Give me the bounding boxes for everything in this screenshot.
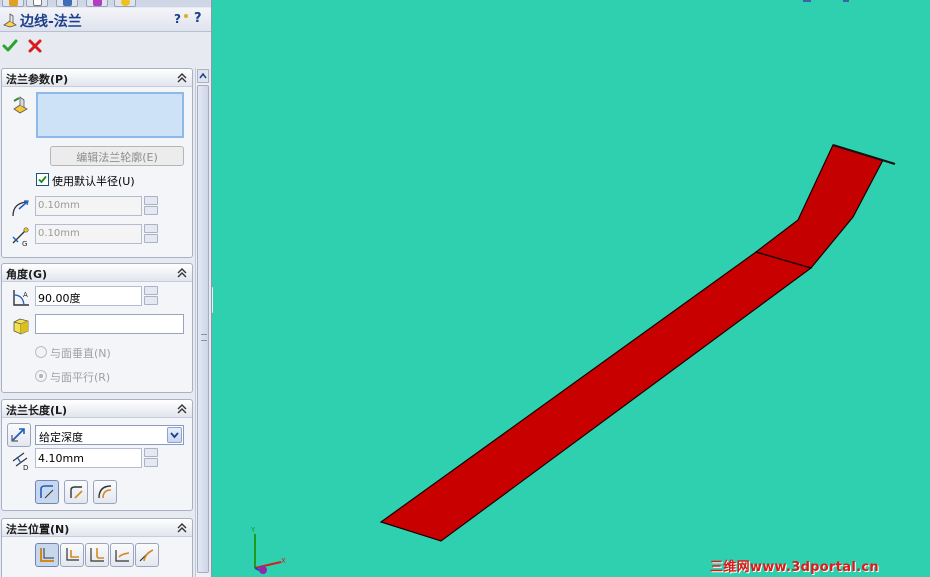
svg-text:Y: Y: [250, 526, 256, 534]
sheet-metal-model[interactable]: [213, 0, 930, 577]
outer-virtual-sharp-icon: [40, 485, 54, 499]
reverse-direction-icon: [11, 428, 25, 442]
use-default-radius-checkbox[interactable]: [36, 173, 49, 186]
position-bend-outside-button[interactable]: [85, 543, 109, 567]
inner-virtual-sharp-icon: [70, 486, 83, 499]
help-button[interactable]: ?: [194, 11, 202, 26]
bend-radius-spinner[interactable]: [144, 196, 158, 216]
gap-distance-icon: G: [12, 227, 29, 247]
bend-radius-input[interactable]: 0.10mm: [35, 196, 142, 216]
ok-check-icon[interactable]: [2, 38, 18, 54]
group-title: 法兰参数(P): [6, 73, 69, 86]
graphics-viewport[interactable]: Y X 三维网www.3dportal.cn: [213, 0, 930, 577]
angle-group: 角度(G) A 90.00度 与面垂直(N) 与面平行(R): [1, 263, 193, 393]
cancel-x-icon[interactable]: [27, 38, 43, 54]
checkmark-icon: [38, 175, 47, 184]
svg-text:?: ?: [174, 12, 181, 26]
angle-spinner[interactable]: [144, 286, 158, 306]
bend-region-face[interactable]: [754, 144, 884, 269]
flange-parameters-header[interactable]: 法兰参数(P): [2, 69, 192, 87]
gap-distance-spinner[interactable]: [144, 224, 158, 244]
scroll-thumb[interactable]: [197, 85, 209, 573]
bend-outside-icon: [90, 548, 104, 562]
svg-text:X: X: [281, 557, 286, 565]
flange-length-header[interactable]: 法兰长度(L): [2, 400, 192, 418]
reference-face-icon: [13, 318, 29, 335]
flange-angle-icon: A: [13, 290, 29, 306]
tab-dimxpert-manager[interactable]: [86, 0, 108, 7]
scroll-up-button[interactable]: [197, 69, 209, 83]
use-default-radius-label: 使用默认半径(U): [52, 175, 135, 188]
angle-input[interactable]: 90.00度: [35, 286, 142, 306]
svg-text:D: D: [23, 464, 28, 471]
position-tangent-bend-button[interactable]: [135, 543, 159, 567]
chevron-down-icon[interactable]: [167, 427, 182, 443]
reverse-direction-button[interactable]: [7, 423, 31, 447]
position-material-inside-button[interactable]: [35, 543, 59, 567]
edge-selection-icon: [13, 96, 28, 114]
flange-length-spinner[interactable]: [144, 448, 158, 468]
svg-text:G: G: [22, 240, 27, 247]
triad-axes-icon: Y X: [250, 526, 286, 574]
group-title: 法兰长度(L): [6, 404, 68, 417]
perpendicular-to-face-radio[interactable]: [35, 346, 47, 358]
base-flange-face[interactable]: [379, 251, 813, 542]
virtual-sharp-icon: [115, 550, 130, 562]
length-dimension-icon: D: [12, 452, 28, 471]
tangent-bend-button[interactable]: [93, 480, 117, 504]
collapse-chevron-icon[interactable]: [176, 522, 188, 534]
reference-face-input[interactable]: [35, 314, 184, 334]
group-title: 法兰位置(N): [6, 523, 70, 536]
page-title: 边线-法兰: [20, 14, 82, 30]
tab-property-manager[interactable]: [26, 0, 48, 7]
position-virtual-sharp-button[interactable]: [110, 543, 134, 567]
parallel-to-face-label: 与面平行(R): [50, 371, 111, 384]
edge-selection-box[interactable]: [36, 92, 184, 138]
help-icon[interactable]: ?: [174, 12, 190, 26]
outer-virtual-sharp-button[interactable]: [35, 480, 59, 504]
collapse-chevron-icon[interactable]: [176, 403, 188, 415]
collapse-chevron-icon[interactable]: [176, 72, 188, 84]
panel-scrollbar[interactable]: [195, 68, 209, 577]
gap-distance-input[interactable]: 0.10mm: [35, 224, 142, 244]
flange-parameters-group: 法兰参数(P) 编辑法兰轮廓(E) 使用默认半径(U) 0.10mm G 0.1…: [1, 68, 193, 258]
group-title: 角度(G): [6, 268, 48, 281]
perpendicular-to-face-label: 与面垂直(N): [50, 347, 111, 360]
parallel-to-face-radio[interactable]: [35, 370, 47, 382]
tangent-bend-icon: [98, 485, 112, 499]
manager-tab-strip: [0, 0, 211, 7]
end-condition-select[interactable]: 给定深度: [35, 425, 184, 445]
end-condition-value: 给定深度: [39, 431, 83, 444]
bend-radius-icon: [12, 200, 29, 217]
flange-length-input[interactable]: 4.10mm: [35, 448, 142, 468]
site-watermark: 三维网www.3dportal.cn: [710, 560, 879, 575]
property-manager-title-bar: 边线-法兰 ? ?: [0, 8, 211, 32]
svg-text:A: A: [23, 291, 28, 299]
position-material-outside-button[interactable]: [60, 543, 84, 567]
tangent-to-bend-icon: [139, 549, 154, 562]
tab-feature-manager[interactable]: [2, 0, 24, 7]
edge-flange-icon: [3, 13, 17, 28]
chevron-up-icon: [199, 72, 207, 79]
edit-flange-profile-button[interactable]: 编辑法兰轮廓(E): [50, 146, 184, 166]
flange-position-header[interactable]: 法兰位置(N): [2, 519, 192, 537]
property-manager-panel: 边线-法兰 ? ? 法兰参数(P) 编辑法兰轮廓(E) 使用默认半径(U) 0.…: [0, 0, 212, 577]
tab-configuration-manager[interactable]: [56, 0, 78, 7]
inner-virtual-sharp-button[interactable]: [64, 480, 88, 504]
angle-header[interactable]: 角度(G): [2, 264, 192, 282]
flange-length-group: 法兰长度(L) 给定深度 D 4.10mm: [1, 399, 193, 511]
tab-display-manager[interactable]: [114, 0, 136, 7]
flange-position-group: 法兰位置(N): [1, 518, 193, 577]
collapse-chevron-icon[interactable]: [176, 267, 188, 279]
material-outside-icon: [66, 548, 79, 561]
material-inside-icon: [40, 548, 54, 562]
